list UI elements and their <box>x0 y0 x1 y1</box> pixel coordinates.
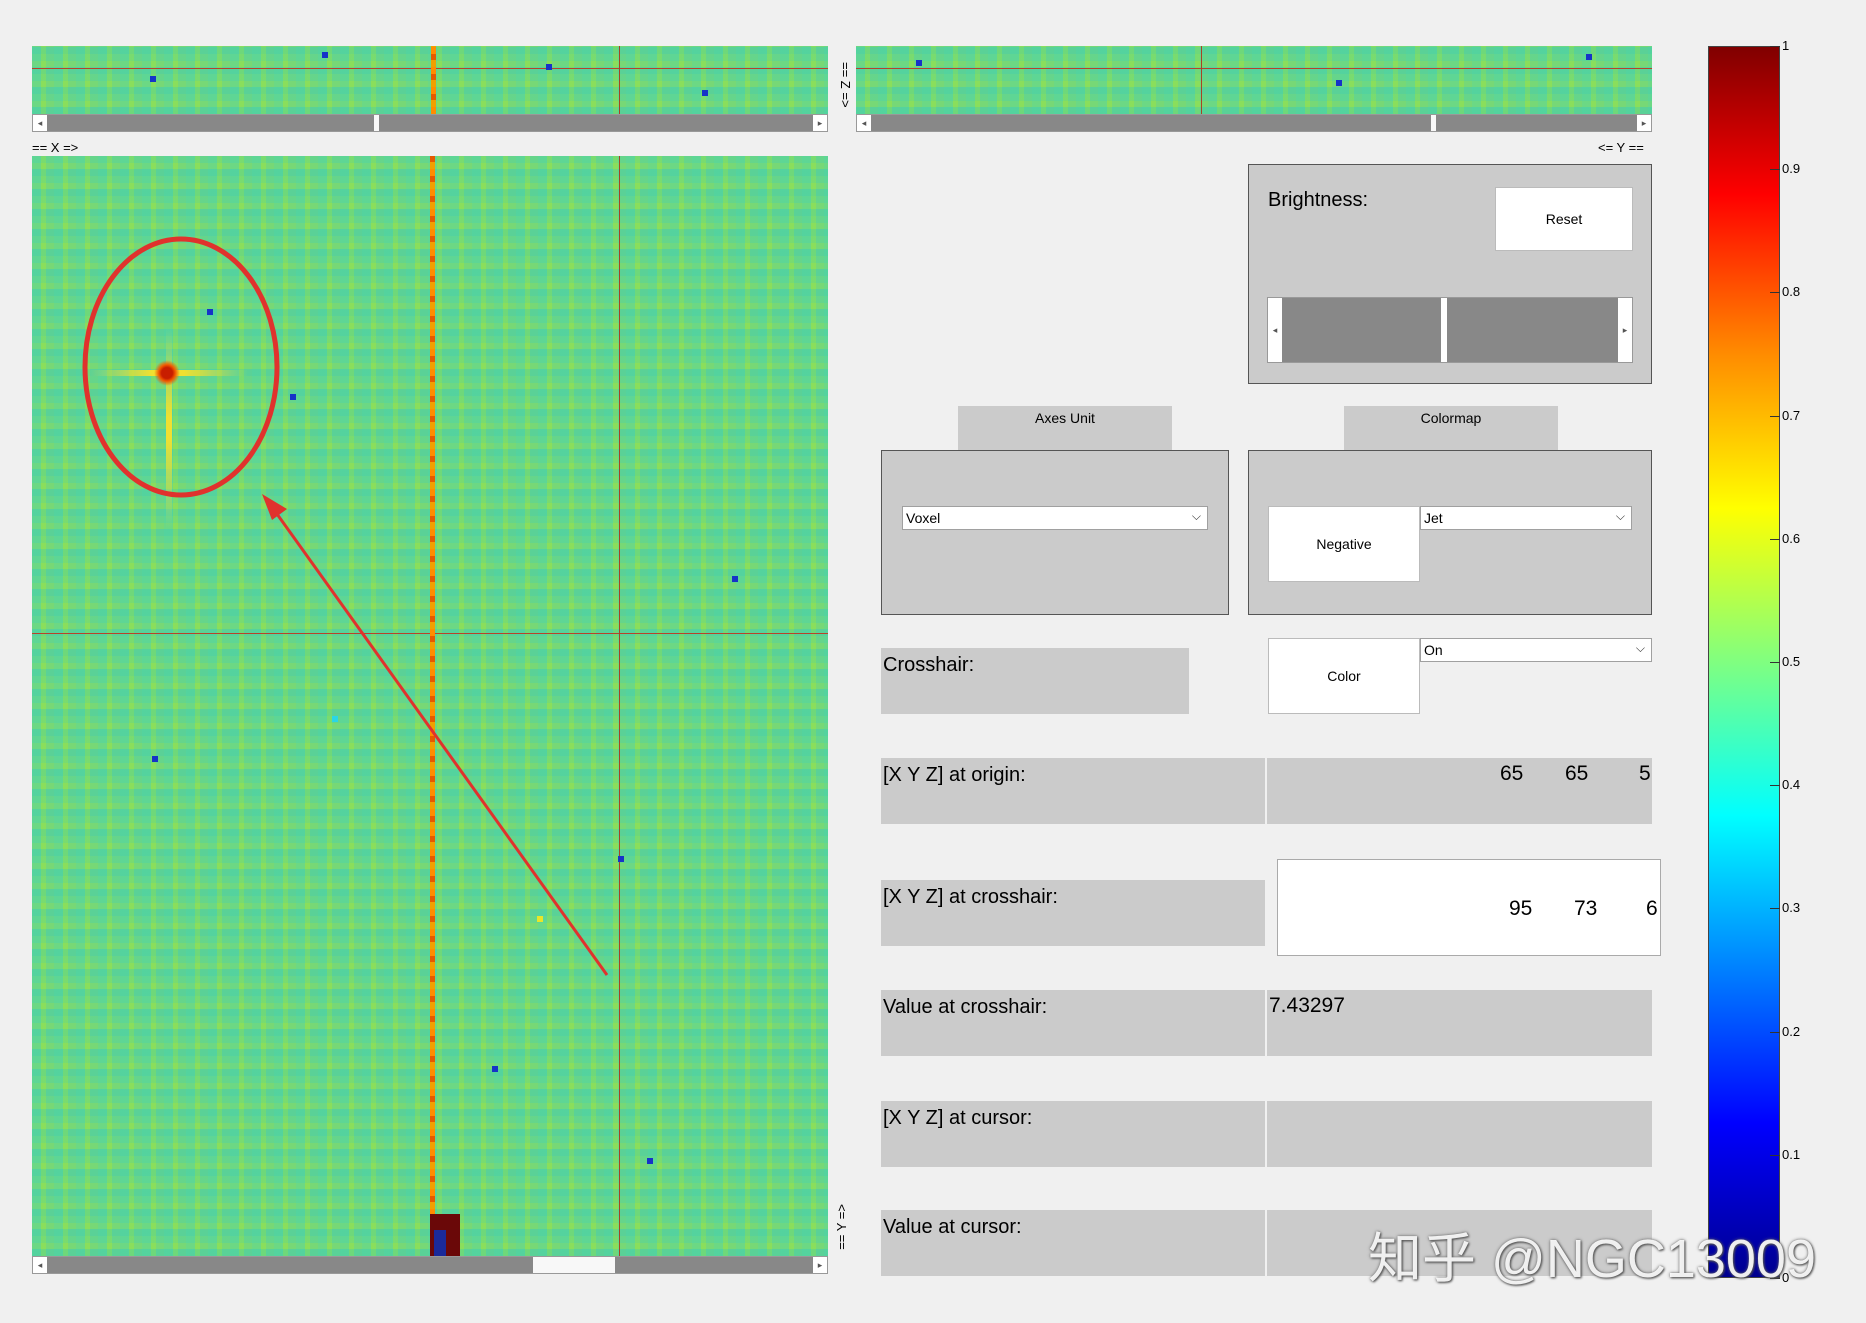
crosshair-label: Crosshair: <box>883 654 975 676</box>
colorbar-tick-label: 0.8 <box>1782 284 1801 300</box>
cursor-coords-label: [X Y Z] at cursor: <box>883 1107 1033 1129</box>
crosshair-color-button[interactable]: Color <box>1268 638 1420 714</box>
chevron-down-icon: ⌵ <box>1191 509 1201 523</box>
y-axis-label-bottom: == Y => <box>834 1204 849 1250</box>
scroll-left-arrow[interactable]: ◂ <box>33 1257 47 1273</box>
colorbar-tick-label: 0.6 <box>1782 530 1801 546</box>
value-cursor-label: Value at cursor: <box>883 1216 1022 1238</box>
slider-left-arrow[interactable]: ◂ <box>1268 298 1282 362</box>
colorbar-tick <box>1770 46 1780 47</box>
slider-right-arrow[interactable]: ▸ <box>1618 298 1632 362</box>
slider-thumb[interactable] <box>1441 298 1447 362</box>
brightness-label: Brightness: <box>1268 189 1369 211</box>
origin-label: [X Y Z] at origin: <box>883 764 1026 786</box>
colorbar-tick-label: 0.5 <box>1782 654 1801 669</box>
colorbar-tick <box>1770 538 1780 540</box>
origin-y: 65 <box>1565 762 1589 785</box>
crosshair-label-box: Crosshair: <box>881 648 1189 714</box>
axes-unit-value: Voxel <box>906 510 941 526</box>
annotation-arrow-head <box>262 494 287 520</box>
annotation-ellipse <box>82 236 280 498</box>
crosshair-z: 6 <box>1646 897 1658 920</box>
crosshair-value: On <box>1424 642 1443 658</box>
cursor-coords-label-box: [X Y Z] at cursor: <box>881 1101 1265 1167</box>
colormap-value: Jet <box>1424 510 1443 526</box>
brightness-panel: Brightness: Reset ◂ ▸ <box>1248 164 1652 384</box>
crosshair-x: 95 <box>1509 897 1533 920</box>
colorbar-tick-label: 0.1 <box>1782 1146 1801 1162</box>
value-crosshair-box: 7.43297 <box>1267 990 1652 1056</box>
colorbar-tick-label: 0.9 <box>1782 161 1801 177</box>
colorbar-tick-label: 0.7 <box>1782 407 1801 423</box>
colorbar-tick <box>1770 908 1780 910</box>
brightness-slider[interactable]: ◂ ▸ <box>1267 297 1633 363</box>
scroll-right-arrow[interactable]: ▸ <box>813 1257 827 1273</box>
axes-unit-select[interactable]: Voxel ⌵ <box>902 506 1208 530</box>
origin-x: 65 <box>1500 762 1524 785</box>
annotation-arrow-line <box>270 506 609 976</box>
colorbar-tick <box>1770 292 1780 294</box>
value-cursor-label-box: Value at cursor: <box>881 1210 1265 1276</box>
colorbar-tick-label: 0.2 <box>1782 1023 1801 1039</box>
colorbar-tick-label: 0.3 <box>1782 900 1801 916</box>
crosshair-coords-label: [X Y Z] at crosshair: <box>883 886 1058 908</box>
colorbar-tick-label: 0.4 <box>1782 777 1801 793</box>
colorbar-tick <box>1770 169 1780 171</box>
bottom-scrollbar[interactable]: ◂ ▸ <box>32 1256 828 1274</box>
crosshair-coords-input[interactable]: 95 73 6 <box>1277 859 1661 956</box>
colormap-select[interactable]: Jet ⌵ <box>1420 506 1632 530</box>
chevron-down-icon: ⌵ <box>1615 509 1625 523</box>
axes-unit-panel <box>881 450 1229 615</box>
reset-button[interactable]: Reset <box>1495 187 1633 251</box>
crosshair-coords-label-box: [X Y Z] at crosshair: <box>881 880 1265 946</box>
colorbar-tick <box>1770 415 1780 417</box>
colormap-tab: Colormap <box>1344 406 1558 452</box>
negative-button[interactable]: Negative <box>1268 506 1420 582</box>
chevron-down-icon: ⌵ <box>1635 641 1645 655</box>
value-crosshair-label: Value at crosshair: <box>883 996 1048 1018</box>
colorbar-tick <box>1770 1031 1780 1033</box>
crosshair-y: 73 <box>1574 897 1598 920</box>
colorbar-tick-label: 1 <box>1782 38 1790 53</box>
colorbar-tick <box>1770 662 1780 663</box>
origin-label-box: [X Y Z] at origin: <box>881 758 1265 824</box>
colorbar-tick <box>1770 785 1780 787</box>
crosshair-select[interactable]: On ⌵ <box>1420 638 1652 662</box>
origin-value-box: 65 65 5 <box>1267 758 1652 824</box>
colorbar-tick <box>1770 1154 1780 1156</box>
value-crosshair: 7.43297 <box>1269 994 1345 1017</box>
value-crosshair-label-box: Value at crosshair: <box>881 990 1265 1056</box>
origin-z: 5 <box>1639 762 1651 785</box>
cursor-coords-box <box>1267 1101 1652 1167</box>
scroll-thumb[interactable] <box>533 1257 615 1273</box>
watermark: 知乎 @NGC13009 <box>1368 1229 1816 1289</box>
axes-unit-tab: Axes Unit <box>958 406 1172 452</box>
